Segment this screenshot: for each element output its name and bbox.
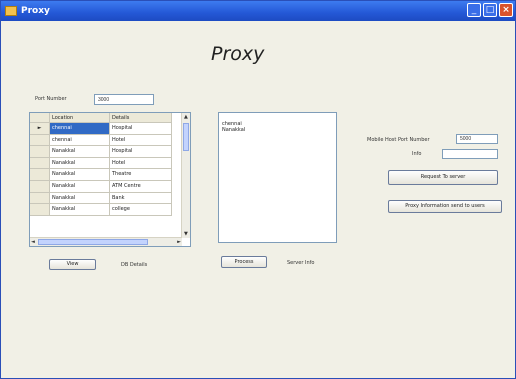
port-number-label: Port Number (35, 96, 67, 102)
cell-location[interactable]: Nanakkal (50, 169, 110, 181)
list-item[interactable]: Nanakkal (222, 127, 336, 133)
cell-location[interactable]: Nanakkal (50, 157, 110, 170)
port-number-input[interactable] (94, 94, 154, 105)
server-listbox[interactable]: chennai Nanakkal (218, 112, 337, 243)
mobile-host-port-input[interactable] (456, 134, 498, 144)
cell-location[interactable]: chennai (50, 134, 110, 147)
table-row[interactable]: Nanakkal Hotel (30, 157, 172, 170)
grid-header: Location Details (30, 113, 172, 123)
process-button[interactable]: Process (221, 256, 267, 268)
row-header[interactable] (30, 192, 50, 205)
window-title: Proxy (21, 6, 50, 16)
cell-details[interactable]: ATM Centre (110, 180, 172, 193)
minimize-button[interactable]: _ (467, 3, 481, 17)
column-header-location[interactable]: Location (50, 113, 110, 123)
cell-details[interactable]: Hotel (110, 134, 172, 147)
grid-corner (30, 113, 50, 123)
scroll-right-icon[interactable]: ► (177, 238, 181, 246)
cell-details[interactable]: college (110, 204, 172, 216)
title-bar[interactable]: Proxy _ □ × (1, 1, 515, 21)
table-row[interactable]: Nanakkal Bank (30, 192, 172, 205)
table-row[interactable]: ► chennai Hospital (30, 123, 172, 135)
scroll-left-icon[interactable]: ◄ (31, 238, 35, 246)
cell-location[interactable]: Nanakkal (50, 180, 110, 193)
table-row[interactable]: Nanakkal Theatre (30, 169, 172, 181)
proxy-window: Proxy _ □ × Proxy Port Number Location D… (0, 0, 516, 379)
page-title: Proxy (211, 43, 265, 65)
vertical-scrollbar[interactable]: ▲ ▼ (181, 113, 190, 238)
info-input[interactable] (442, 149, 498, 159)
table-row[interactable]: Nanakkal ATM Centre (30, 180, 172, 193)
row-header[interactable] (30, 204, 50, 216)
table-row[interactable]: Nanakkal Hospital (30, 146, 172, 158)
app-icon (5, 6, 17, 16)
view-button[interactable]: View (49, 259, 96, 270)
scroll-down-icon[interactable]: ▼ (184, 230, 188, 238)
info-label: Info (412, 151, 422, 157)
db-details-label: DB Details (121, 262, 148, 268)
mobile-host-port-label: Mobile Host Port Number (367, 137, 430, 143)
cell-details[interactable]: Theatre (110, 169, 172, 181)
cell-details[interactable]: Hotel (110, 157, 172, 170)
proxy-info-send-button[interactable]: Proxy Information send to users (388, 200, 502, 213)
grid-body: ► chennai Hospital chennai Hotel Nanakkal Hosp… (30, 123, 172, 216)
cell-location[interactable]: Nanakkal (50, 146, 110, 158)
row-header[interactable]: ► (30, 123, 50, 135)
row-header[interactable] (30, 134, 50, 147)
maximize-button[interactable]: □ (483, 3, 497, 17)
column-header-details[interactable]: Details (110, 113, 172, 123)
request-to-server-button[interactable]: Request To server (388, 170, 498, 185)
scroll-up-icon[interactable]: ▲ (184, 113, 188, 121)
vertical-scroll-thumb[interactable] (183, 123, 189, 151)
close-button[interactable]: × (499, 3, 513, 17)
row-header[interactable] (30, 169, 50, 181)
cell-details[interactable]: Hospital (110, 123, 172, 135)
cell-location[interactable]: Nanakkal (50, 204, 110, 216)
row-header[interactable] (30, 157, 50, 170)
table-row[interactable]: Nanakkal college (30, 204, 172, 216)
cell-location[interactable]: Nanakkal (50, 192, 110, 205)
location-grid[interactable]: Location Details ► chennai Hospital chennai… (29, 112, 191, 247)
cell-location[interactable]: chennai (50, 123, 110, 135)
cell-details[interactable]: Hospital (110, 146, 172, 158)
server-info-label: Server Info (287, 260, 315, 266)
cell-details[interactable]: Bank (110, 192, 172, 205)
horizontal-scroll-thumb[interactable] (38, 239, 148, 245)
row-header[interactable] (30, 180, 50, 193)
horizontal-scrollbar[interactable]: ◄ ► (30, 237, 182, 246)
row-header[interactable] (30, 146, 50, 158)
table-row[interactable]: chennai Hotel (30, 134, 172, 147)
